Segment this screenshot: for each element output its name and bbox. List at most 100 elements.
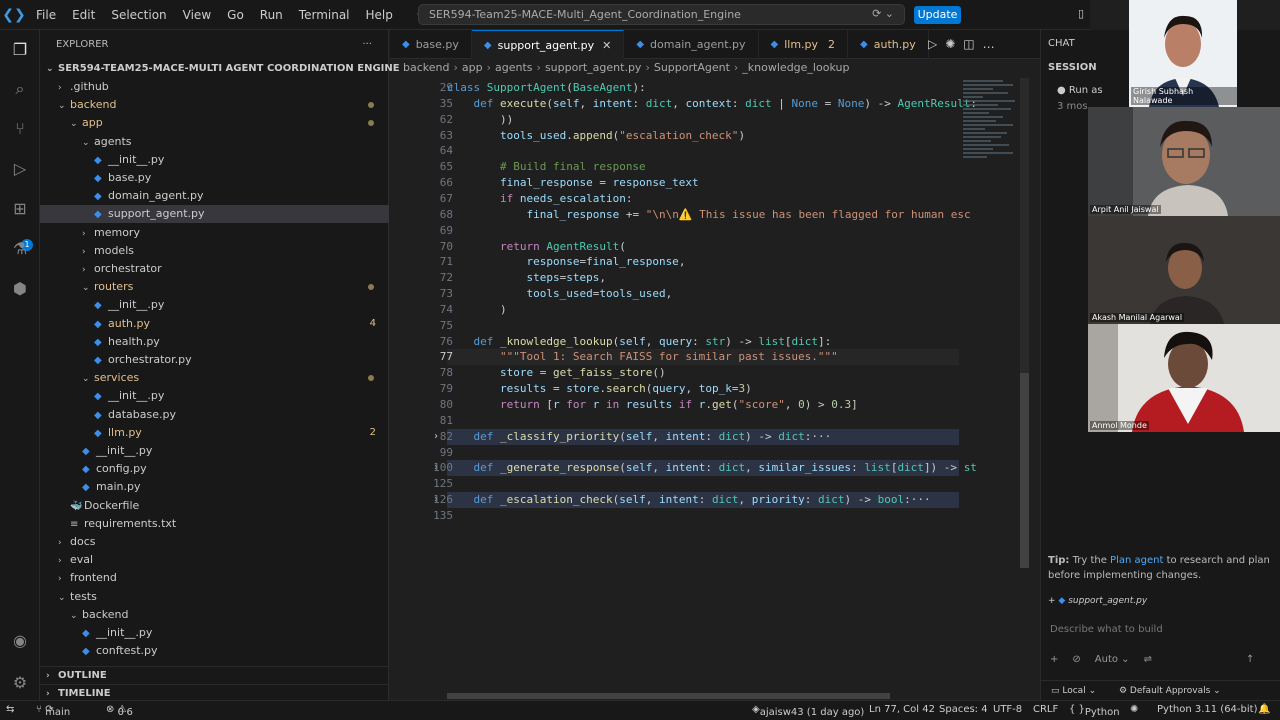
code-line[interactable]: final_response += "\n\n⚠️ This issue has… (447, 207, 970, 223)
tree-item[interactable]: ⌄ services (40, 369, 389, 387)
tree-item[interactable]: ◆ __init__.py (40, 296, 389, 314)
search-icon[interactable]: ⌕ (9, 78, 31, 100)
video-tile[interactable]: Arpit Anil Jaiswal (1088, 107, 1280, 216)
tree-item[interactable]: ◆ support_agent.py (40, 205, 389, 224)
command-center[interactable]: SER594-Team25-MACE-Multi_Agent_Coordinat… (418, 4, 905, 25)
tree-item[interactable]: ◆ base.py (40, 169, 389, 187)
breadcrumb-item[interactable]: support_agent.py (545, 61, 642, 74)
tree-item[interactable]: ⌄ agents (40, 133, 389, 151)
tab-domain-agent[interactable]: ◆ domain_agent.py (624, 30, 759, 59)
workspace-root[interactable]: ⌄ SER594-TEAM25-MACE-MULTI AGENT COORDINA… (40, 60, 400, 78)
menu-run[interactable]: Run (252, 8, 291, 22)
tree-item[interactable]: ◆ domain_agent.py (40, 187, 389, 205)
video-tile[interactable]: Girish Subhash Nalawade (1129, 0, 1237, 107)
code-line[interactable]: return [r for r in results if r.get("sco… (447, 397, 858, 413)
tree-item[interactable]: ⌄ routers (40, 278, 389, 296)
tree-item[interactable]: ◆ orchestrator.py (40, 351, 389, 369)
tree-item[interactable]: ◆ health.py (40, 333, 389, 351)
tree-item[interactable]: › models (40, 242, 389, 260)
code-line[interactable]: steps=steps, (447, 270, 606, 286)
tree-item[interactable]: › docs (40, 533, 389, 551)
tree-item[interactable]: › frontend (40, 569, 389, 587)
tree-item[interactable]: ⌄ backend (40, 96, 389, 114)
code-line[interactable]: class SupportAgent(BaseAgent): (447, 80, 646, 96)
breadcrumb-item[interactable]: _knowledge_lookup (742, 61, 849, 74)
code-line[interactable]: return AgentResult( (447, 239, 626, 255)
source-control-icon[interactable]: ⑂ (9, 118, 31, 140)
branch-item[interactable]: ⑂ main ⟳ (36, 704, 70, 718)
menu-view[interactable]: View (175, 8, 219, 22)
remote-icon[interactable]: ⇆ (6, 704, 14, 715)
menu-selection[interactable]: Selection (103, 8, 174, 22)
line-ending[interactable]: CRLF (1033, 704, 1058, 715)
minimap[interactable] (963, 78, 1021, 188)
context-file-chip[interactable]: + ◆ support_agent.py (1048, 596, 1276, 614)
code-line[interactable]: def execute(self, intent: dict, context:… (447, 96, 977, 112)
chat-input[interactable]: Describe what to build (1050, 624, 1163, 635)
tools-icon[interactable]: ⊘ (1072, 654, 1080, 665)
tab-llm[interactable]: ◆ llm.py 2 (759, 30, 849, 59)
more-icon[interactable]: … (983, 37, 1003, 51)
tree-item[interactable]: ≡ requirements.txt (40, 515, 389, 533)
menu-go[interactable]: Go (219, 8, 252, 22)
editor-vertical-scrollbar[interactable] (1020, 78, 1029, 568)
tree-item[interactable]: ⌄ tests (40, 588, 389, 606)
python-icon[interactable]: ⬢ (9, 278, 31, 300)
code-line[interactable]: if needs_escalation: (447, 191, 632, 207)
code-line[interactable]: final_response = response_text (447, 175, 699, 191)
tree-item[interactable]: 🐳 Dockerfile (40, 497, 389, 515)
code-line[interactable]: store = get_faiss_store() (447, 365, 666, 381)
tree-item[interactable]: › orchestrator (40, 260, 389, 278)
git-blame[interactable]: ◈ ajaisw43 (1 day ago) (752, 704, 864, 718)
scroll-thumb[interactable] (1020, 373, 1029, 568)
tab-auth[interactable]: ◆ auth.py (848, 30, 929, 59)
tab-support-agent[interactable]: ◆ support_agent.py ✕ (471, 30, 625, 59)
code-line[interactable]: tools_used.append("escalation_check") (447, 128, 745, 144)
tree-item[interactable]: ◆ database.py (40, 406, 389, 424)
video-tile[interactable]: Akash Manilal Agarwal (1088, 216, 1280, 324)
more-actions-icon[interactable]: ··· (362, 39, 372, 50)
cursor-position[interactable]: Ln 77, Col 42 (869, 704, 935, 715)
notifications-icon[interactable]: 🔔 (1258, 704, 1270, 715)
tree-item[interactable]: ◆ llm.py 2 (40, 424, 389, 442)
copilot-status-icon[interactable]: ✺ (1130, 704, 1138, 715)
tree-item[interactable]: › .github (40, 78, 389, 96)
tree-item[interactable]: ◆ __init__.py (40, 387, 389, 405)
code-line[interactable]: # Build final response (447, 159, 646, 175)
run-icon[interactable]: ▷ (928, 37, 945, 51)
tree-item[interactable]: ◆ auth.py 4 (40, 315, 389, 333)
breadcrumb-item[interactable]: app (462, 61, 483, 74)
code-line[interactable]: """Tool 1: Search FAISS for similar past… (447, 349, 838, 365)
video-tile[interactable]: Anmol Monde (1088, 324, 1280, 432)
tree-item[interactable]: ◆ conftest.py (40, 642, 389, 660)
add-icon[interactable]: + (1050, 654, 1058, 665)
extensions-icon[interactable]: ⊞ (9, 198, 31, 220)
tab-base[interactable]: ◆ base.py (390, 30, 472, 59)
code-line[interactable]: )) (447, 112, 513, 128)
plan-agent-link[interactable]: Plan agent (1110, 555, 1163, 566)
encoding[interactable]: UTF-8 (993, 704, 1022, 715)
code-line[interactable]: def _escalation_check(self, intent: dict… (447, 492, 931, 508)
breadcrumb-item[interactable]: backend (403, 61, 449, 74)
language-mode[interactable]: { } Python (1069, 704, 1120, 718)
layout-icon[interactable]: ▯ (1078, 7, 1084, 20)
code-line[interactable]: def _knowledge_lookup(self, query: str) … (447, 334, 832, 350)
send-icon[interactable]: ↑ (1246, 654, 1254, 665)
editor-horizontal-scrollbar[interactable] (447, 693, 890, 699)
account-icon[interactable]: ◉ (9, 630, 31, 652)
add-context-icon[interactable]: + (1048, 596, 1056, 606)
menu-edit[interactable]: Edit (64, 8, 103, 22)
copilot-icon[interactable]: ✺ (945, 37, 963, 51)
split-editor-icon[interactable]: ◫ (963, 37, 982, 51)
menu-terminal[interactable]: Terminal (291, 8, 358, 22)
code-line[interactable]: results = store.search(query, top_k=3) (447, 381, 752, 397)
run-debug-icon[interactable]: ▷ (9, 158, 31, 180)
tree-item[interactable]: › memory (40, 224, 389, 242)
approvals-picker[interactable]: ⚙ Default Approvals ⌄ (1119, 686, 1221, 696)
breadcrumb-item[interactable]: SupportAgent (654, 61, 730, 74)
python-interpreter[interactable]: Python 3.11 (64-bit) (1157, 704, 1257, 715)
indentation[interactable]: Spaces: 4 (939, 704, 988, 715)
problems-item[interactable]: ⊗ 0 ⚠ 6 (106, 704, 133, 718)
code-line[interactable]: tools_used=tools_used, (447, 286, 672, 302)
tree-item[interactable]: ◆ __init__.py (40, 151, 389, 169)
